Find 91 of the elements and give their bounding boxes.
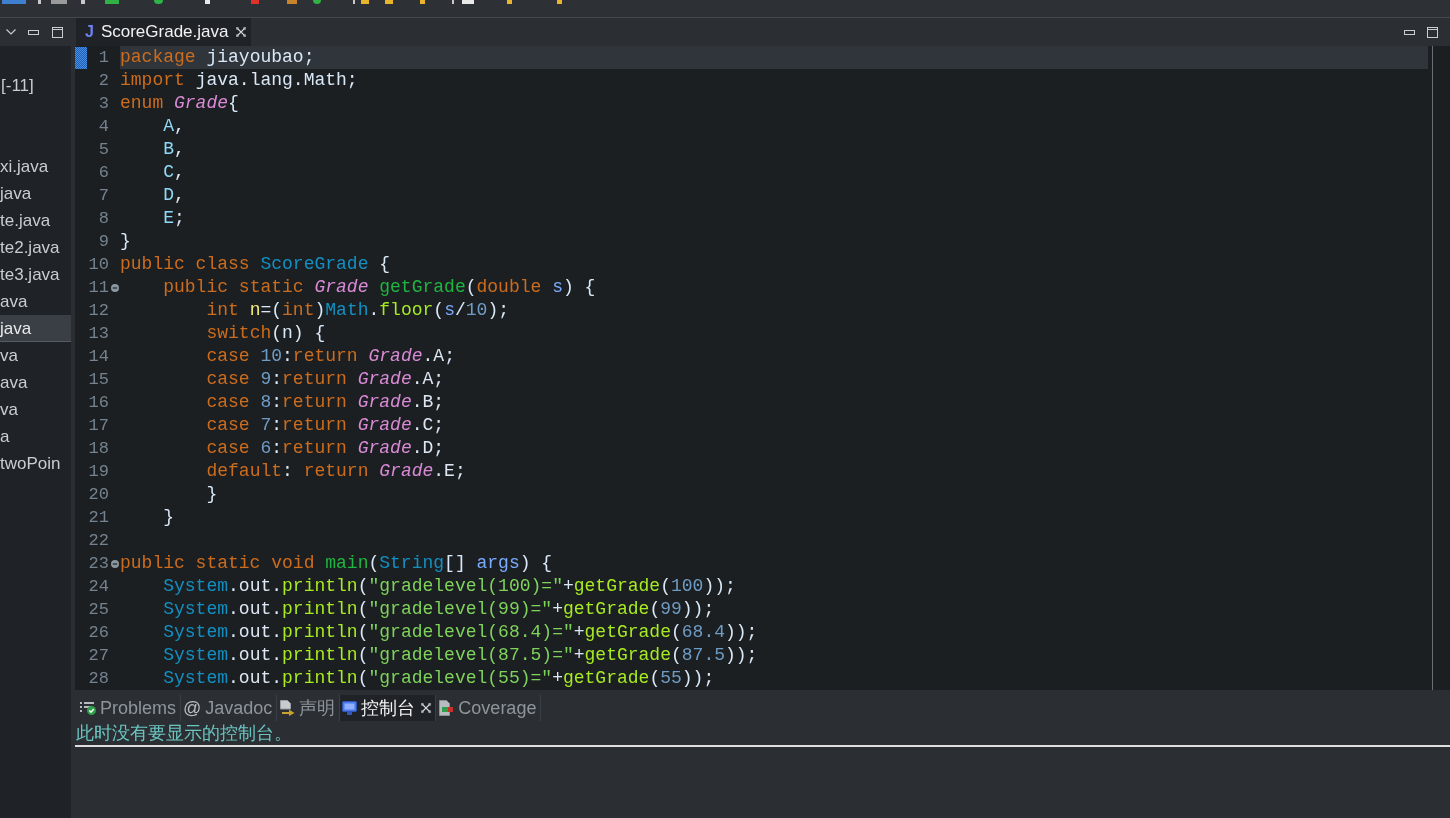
at-sign-icon: @ (183, 694, 202, 722)
line-number: 27 (88, 646, 109, 665)
tree-item[interactable]: [-11] (0, 72, 71, 99)
code-line: default: return Grade.E; (206, 460, 466, 483)
tree-item[interactable]: va (0, 342, 71, 369)
fold-minus-icon[interactable] (110, 283, 119, 292)
code-line: System.out.println("gradelevel(100)="+getGrade(100)); (163, 575, 736, 598)
code-line: C, (163, 161, 185, 184)
line-number: 25 (88, 600, 109, 619)
fold-minus-icon[interactable] (110, 559, 119, 568)
document-bar-icon (438, 700, 455, 716)
line-number: 10 (88, 255, 109, 274)
line-number: 28 (88, 669, 109, 688)
code-line: System.out.println("gradelevel(68.4)="+getGrade(68.4)); (163, 621, 758, 644)
code-line: } (163, 506, 175, 529)
line-number: 17 (88, 416, 109, 435)
line-number: 18 (88, 439, 109, 458)
maximize-icon[interactable] (52, 26, 63, 38)
code-line: D, (163, 184, 185, 207)
code-line: package jiayoubao; (120, 46, 315, 69)
tree-item[interactable]: te3.java (0, 261, 71, 288)
tree-item[interactable]: ava (0, 369, 71, 396)
code-line: E; (163, 207, 185, 230)
panel-tab[interactable]: 控制台 (340, 695, 437, 721)
code-line: public class ScoreGrade { (120, 253, 391, 276)
panel-tab[interactable]: @ Javadoc (181, 695, 278, 721)
tree-item[interactable]: twoPoin (0, 450, 71, 477)
java-file-icon: J (85, 20, 94, 44)
panel-tab[interactable]: Problems (78, 695, 182, 721)
close-icon[interactable] (421, 703, 432, 713)
code-line: public static Grade getGrade(double s) { (163, 276, 596, 299)
code-line: A, (163, 115, 185, 138)
tree-item[interactable]: va (0, 396, 71, 423)
minimize-icon[interactable] (28, 29, 39, 35)
line-number: 1 (98, 48, 109, 67)
line-number: 13 (88, 324, 109, 343)
code-line: import java.lang.Math; (120, 69, 358, 92)
code-line: case 6:return Grade.D; (206, 437, 445, 460)
line-number: 12 (88, 301, 109, 320)
code-line: } (206, 483, 218, 506)
line-number: 24 (88, 577, 109, 596)
code-line: System.out.println("gradelevel(99)="+getGrade(99)); (163, 598, 715, 621)
code-line: switch(n) { (206, 322, 326, 345)
line-number: 19 (88, 462, 109, 481)
line-number: 14 (88, 347, 109, 366)
list-check-icon (80, 701, 96, 715)
code-line: int n=(int)Math.floor(s/10); (206, 299, 509, 322)
tree-item[interactable]: java (0, 315, 71, 342)
line-number: 7 (98, 186, 109, 205)
code-line: case 8:return Grade.B; (206, 391, 445, 414)
line-number: 8 (98, 209, 109, 228)
minimize-icon[interactable] (1404, 29, 1415, 35)
toolbar-icon[interactable] (313, 0, 321, 4)
tree-item[interactable]: te.java (0, 207, 71, 234)
toolbar-icon[interactable] (154, 0, 163, 4)
line-number: 9 (98, 232, 109, 251)
line-number: 21 (88, 508, 109, 527)
tree-item[interactable]: a (0, 423, 71, 450)
code-line: enum Grade{ (120, 92, 239, 115)
code-line: case 10:return Grade.A; (206, 345, 455, 368)
code-line: } (120, 230, 131, 253)
panel-tab[interactable]: Coverage (436, 695, 542, 721)
tree-item[interactable]: ava (0, 288, 71, 315)
line-number: 26 (88, 623, 109, 642)
line-number: 20 (88, 485, 109, 504)
line-number: 22 (88, 531, 109, 550)
line-number: 16 (88, 393, 109, 412)
console-message: 此时没有要显示的控制台。 (76, 723, 292, 743)
tree-item[interactable]: xi.java (0, 153, 71, 180)
code-line: System.out.println("gradelevel(55)="+getGrade(55)); (163, 667, 715, 690)
line-number: 4 (98, 117, 109, 136)
code-line: B, (163, 138, 185, 161)
document-arrow-icon (279, 700, 296, 716)
line-number: 2 (98, 71, 109, 90)
chevron-down-icon[interactable] (6, 29, 16, 35)
line-number: 3 (98, 94, 109, 113)
tree-item[interactable]: java (0, 180, 71, 207)
line-number: 23 (88, 554, 109, 573)
monitor-icon (342, 701, 358, 715)
close-icon[interactable] (236, 27, 247, 37)
line-number: 11 (88, 278, 109, 297)
line-number: 6 (98, 163, 109, 182)
line-number: 15 (88, 370, 109, 389)
code-line: case 9:return Grade.A; (206, 368, 445, 391)
code-line: case 7:return Grade.C; (206, 414, 445, 437)
code-line: System.out.println("gradelevel(87.5)="+getGrade(87.5)); (163, 644, 758, 667)
tree-item[interactable]: te2.java (0, 234, 71, 261)
maximize-icon[interactable] (1427, 26, 1438, 38)
code-line: public static void main(String[] args) { (120, 552, 553, 575)
editor-tab[interactable]: J ScoreGrade.java (76, 18, 252, 46)
line-number: 5 (98, 140, 109, 159)
